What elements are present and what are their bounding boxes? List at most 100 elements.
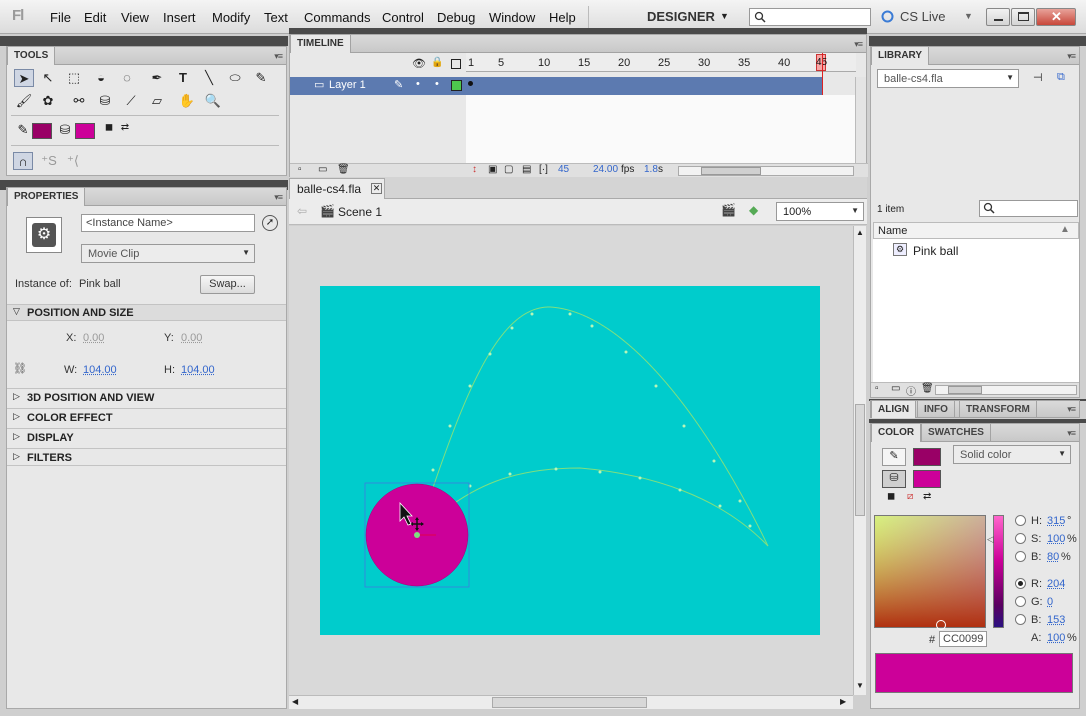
tab-properties[interactable]: PROPERTIES xyxy=(7,188,86,206)
center-frame-icon[interactable]: ↕ xyxy=(472,164,477,175)
edit-symbols-icon[interactable]: ◆ xyxy=(749,203,758,217)
bone-tool-icon[interactable]: ⚯ xyxy=(69,92,89,110)
panel-menu-icon[interactable]: ▾≡ xyxy=(274,51,283,62)
delete-icon[interactable]: 🗑 xyxy=(921,383,934,394)
close-tab-icon[interactable]: ✕ xyxy=(371,183,382,194)
scroll-up-icon[interactable]: ▲ xyxy=(856,228,864,237)
stroke-color-swatch[interactable] xyxy=(913,448,941,466)
h-value[interactable]: 315 xyxy=(1047,515,1065,527)
workspace-chevron-icon[interactable]: ▼ xyxy=(720,11,729,21)
edit-multiple-icon[interactable]: ▤ xyxy=(522,164,531,175)
back-arrow-icon[interactable]: ⇦ xyxy=(297,204,307,218)
b-value[interactable]: 80 xyxy=(1047,551,1059,563)
menu-text[interactable]: Text xyxy=(264,10,288,25)
swap-colors-icon[interactable]: ⇄ xyxy=(923,491,931,502)
edit-scene-icon[interactable]: 🎬 xyxy=(721,203,736,217)
text-tool-icon[interactable]: T xyxy=(173,69,193,87)
panel-menu-icon[interactable]: ▾≡ xyxy=(1067,51,1076,62)
layer-row-layer-1[interactable]: ▭ Layer 1 ✎ • • xyxy=(290,77,466,95)
r-radio[interactable] xyxy=(1015,578,1026,589)
minimize-button[interactable] xyxy=(986,8,1010,26)
modify-markers-icon[interactable]: [·] xyxy=(539,164,548,175)
new-symbol-icon[interactable]: ▫ xyxy=(875,383,879,394)
menu-window[interactable]: Window xyxy=(489,10,535,25)
s-value[interactable]: 100 xyxy=(1047,533,1065,545)
cs-live-button[interactable]: CS Live xyxy=(900,9,946,24)
menu-commands[interactable]: Commands xyxy=(304,10,370,25)
hue-slider[interactable] xyxy=(993,515,1004,628)
zoom-tool-icon[interactable]: 🔍 xyxy=(203,92,223,110)
instance-name-field[interactable]: <Instance Name> xyxy=(81,214,255,232)
document-tab[interactable]: balle-cs4.fla ✕ xyxy=(289,178,385,199)
new-folder-icon[interactable]: ▭ xyxy=(891,383,900,394)
frames-area[interactable] xyxy=(466,95,856,165)
fill-color-swatch[interactable] xyxy=(913,470,941,488)
onion-skin-icon[interactable]: ▣ xyxy=(488,164,497,175)
oval-tool-icon[interactable]: ⬭ xyxy=(225,69,245,87)
y-value[interactable]: 0.00 xyxy=(181,332,202,344)
g-radio[interactable] xyxy=(1015,596,1026,607)
close-window-button[interactable]: ✕ xyxy=(1036,8,1076,26)
library-horizontal-scrollbar[interactable] xyxy=(935,385,1077,395)
scroll-right-icon[interactable]: ▶ xyxy=(840,697,846,706)
3d-rotation-tool-icon[interactable]: ◒ xyxy=(91,69,111,87)
stage-vertical-scrollbar[interactable]: ▲ ▼ xyxy=(853,226,866,695)
color-picker-cursor[interactable] xyxy=(936,620,946,630)
tab-transform[interactable]: TRANSFORM xyxy=(959,401,1037,418)
s-radio[interactable] xyxy=(1015,533,1026,544)
alpha-value[interactable]: 100 xyxy=(1047,632,1065,644)
tab-swatches[interactable]: SWATCHES xyxy=(921,424,991,442)
panel-menu-icon[interactable]: ▾≡ xyxy=(1067,404,1076,415)
library-search-input[interactable] xyxy=(979,200,1078,217)
line-tool-icon[interactable]: ╲ xyxy=(199,69,219,87)
brush-tool-icon[interactable]: 🖌 xyxy=(14,92,34,110)
menu-file[interactable]: File xyxy=(50,10,71,25)
x-value[interactable]: 0.00 xyxy=(83,332,104,344)
smooth-icon[interactable]: ⁺S xyxy=(39,152,59,170)
blue-value[interactable]: 153 xyxy=(1047,614,1065,626)
lasso-tool-icon[interactable]: ◌ xyxy=(117,69,137,87)
hex-input[interactable]: CC0099 xyxy=(939,631,987,647)
tab-align[interactable]: ALIGN xyxy=(871,401,917,418)
b-radio[interactable] xyxy=(1015,551,1026,562)
new-layer-icon[interactable]: ▫ xyxy=(298,164,302,175)
sort-icon[interactable]: ▲ xyxy=(1060,224,1070,235)
tab-library[interactable]: LIBRARY xyxy=(871,47,930,65)
library-file-dropdown[interactable]: balle-cs4.fla xyxy=(877,69,1019,88)
panel-menu-icon[interactable]: ▾≡ xyxy=(274,192,283,203)
new-folder-icon[interactable]: ▭ xyxy=(318,164,327,175)
straighten-icon[interactable]: ⁺⟨ xyxy=(63,152,83,170)
cs-live-chevron-icon[interactable]: ▼ xyxy=(964,11,973,21)
height-value[interactable]: 104.00 xyxy=(181,364,215,376)
properties-icon[interactable]: ⓘ xyxy=(906,383,916,398)
symbol-type-dropdown[interactable]: Movie Clip xyxy=(81,244,255,263)
deco-tool-icon[interactable]: ✿ xyxy=(38,92,58,110)
menu-control[interactable]: Control xyxy=(382,10,424,25)
playhead[interactable]: 45 xyxy=(816,54,827,71)
lock-dot-icon[interactable]: • xyxy=(435,78,439,90)
section-filters[interactable]: ▷ FILTERS xyxy=(7,448,286,466)
panel-menu-icon[interactable]: ▾≡ xyxy=(1067,428,1076,439)
hand-tool-icon[interactable]: ✋ xyxy=(177,92,197,110)
keyframe[interactable] xyxy=(468,81,473,86)
paint-bucket-tool-icon[interactable]: ⛁ xyxy=(95,92,115,110)
no-color-icon[interactable]: ⧄ xyxy=(907,491,913,502)
help-search-input[interactable] xyxy=(749,8,871,26)
fill-color-swatch[interactable] xyxy=(75,123,95,139)
menu-edit[interactable]: Edit xyxy=(84,10,106,25)
hue-slider-handle-icon[interactable]: ◁ xyxy=(987,534,994,545)
menu-view[interactable]: View xyxy=(121,10,149,25)
lock-proportions-icon[interactable]: ⛓ xyxy=(13,362,27,375)
library-column-header[interactable]: Name ▲ xyxy=(873,222,1079,239)
menu-help[interactable]: Help xyxy=(549,10,576,25)
library-item[interactable]: ⚙ Pink ball xyxy=(873,241,1063,259)
menu-modify[interactable]: Modify xyxy=(212,10,250,25)
eraser-tool-icon[interactable]: ▱ xyxy=(147,92,167,110)
tab-tools[interactable]: TOOLS xyxy=(7,47,56,65)
section-3d-position[interactable]: ▷ 3D POSITION AND VIEW xyxy=(7,388,286,406)
snap-to-objects-icon[interactable]: ∩ xyxy=(13,152,33,170)
delete-layer-icon[interactable]: 🗑 xyxy=(337,164,350,175)
section-display[interactable]: ▷ DISPLAY xyxy=(7,428,286,446)
stroke-color-swatch[interactable] xyxy=(32,123,52,139)
pin-library-icon[interactable]: ⊣ xyxy=(1033,71,1043,84)
